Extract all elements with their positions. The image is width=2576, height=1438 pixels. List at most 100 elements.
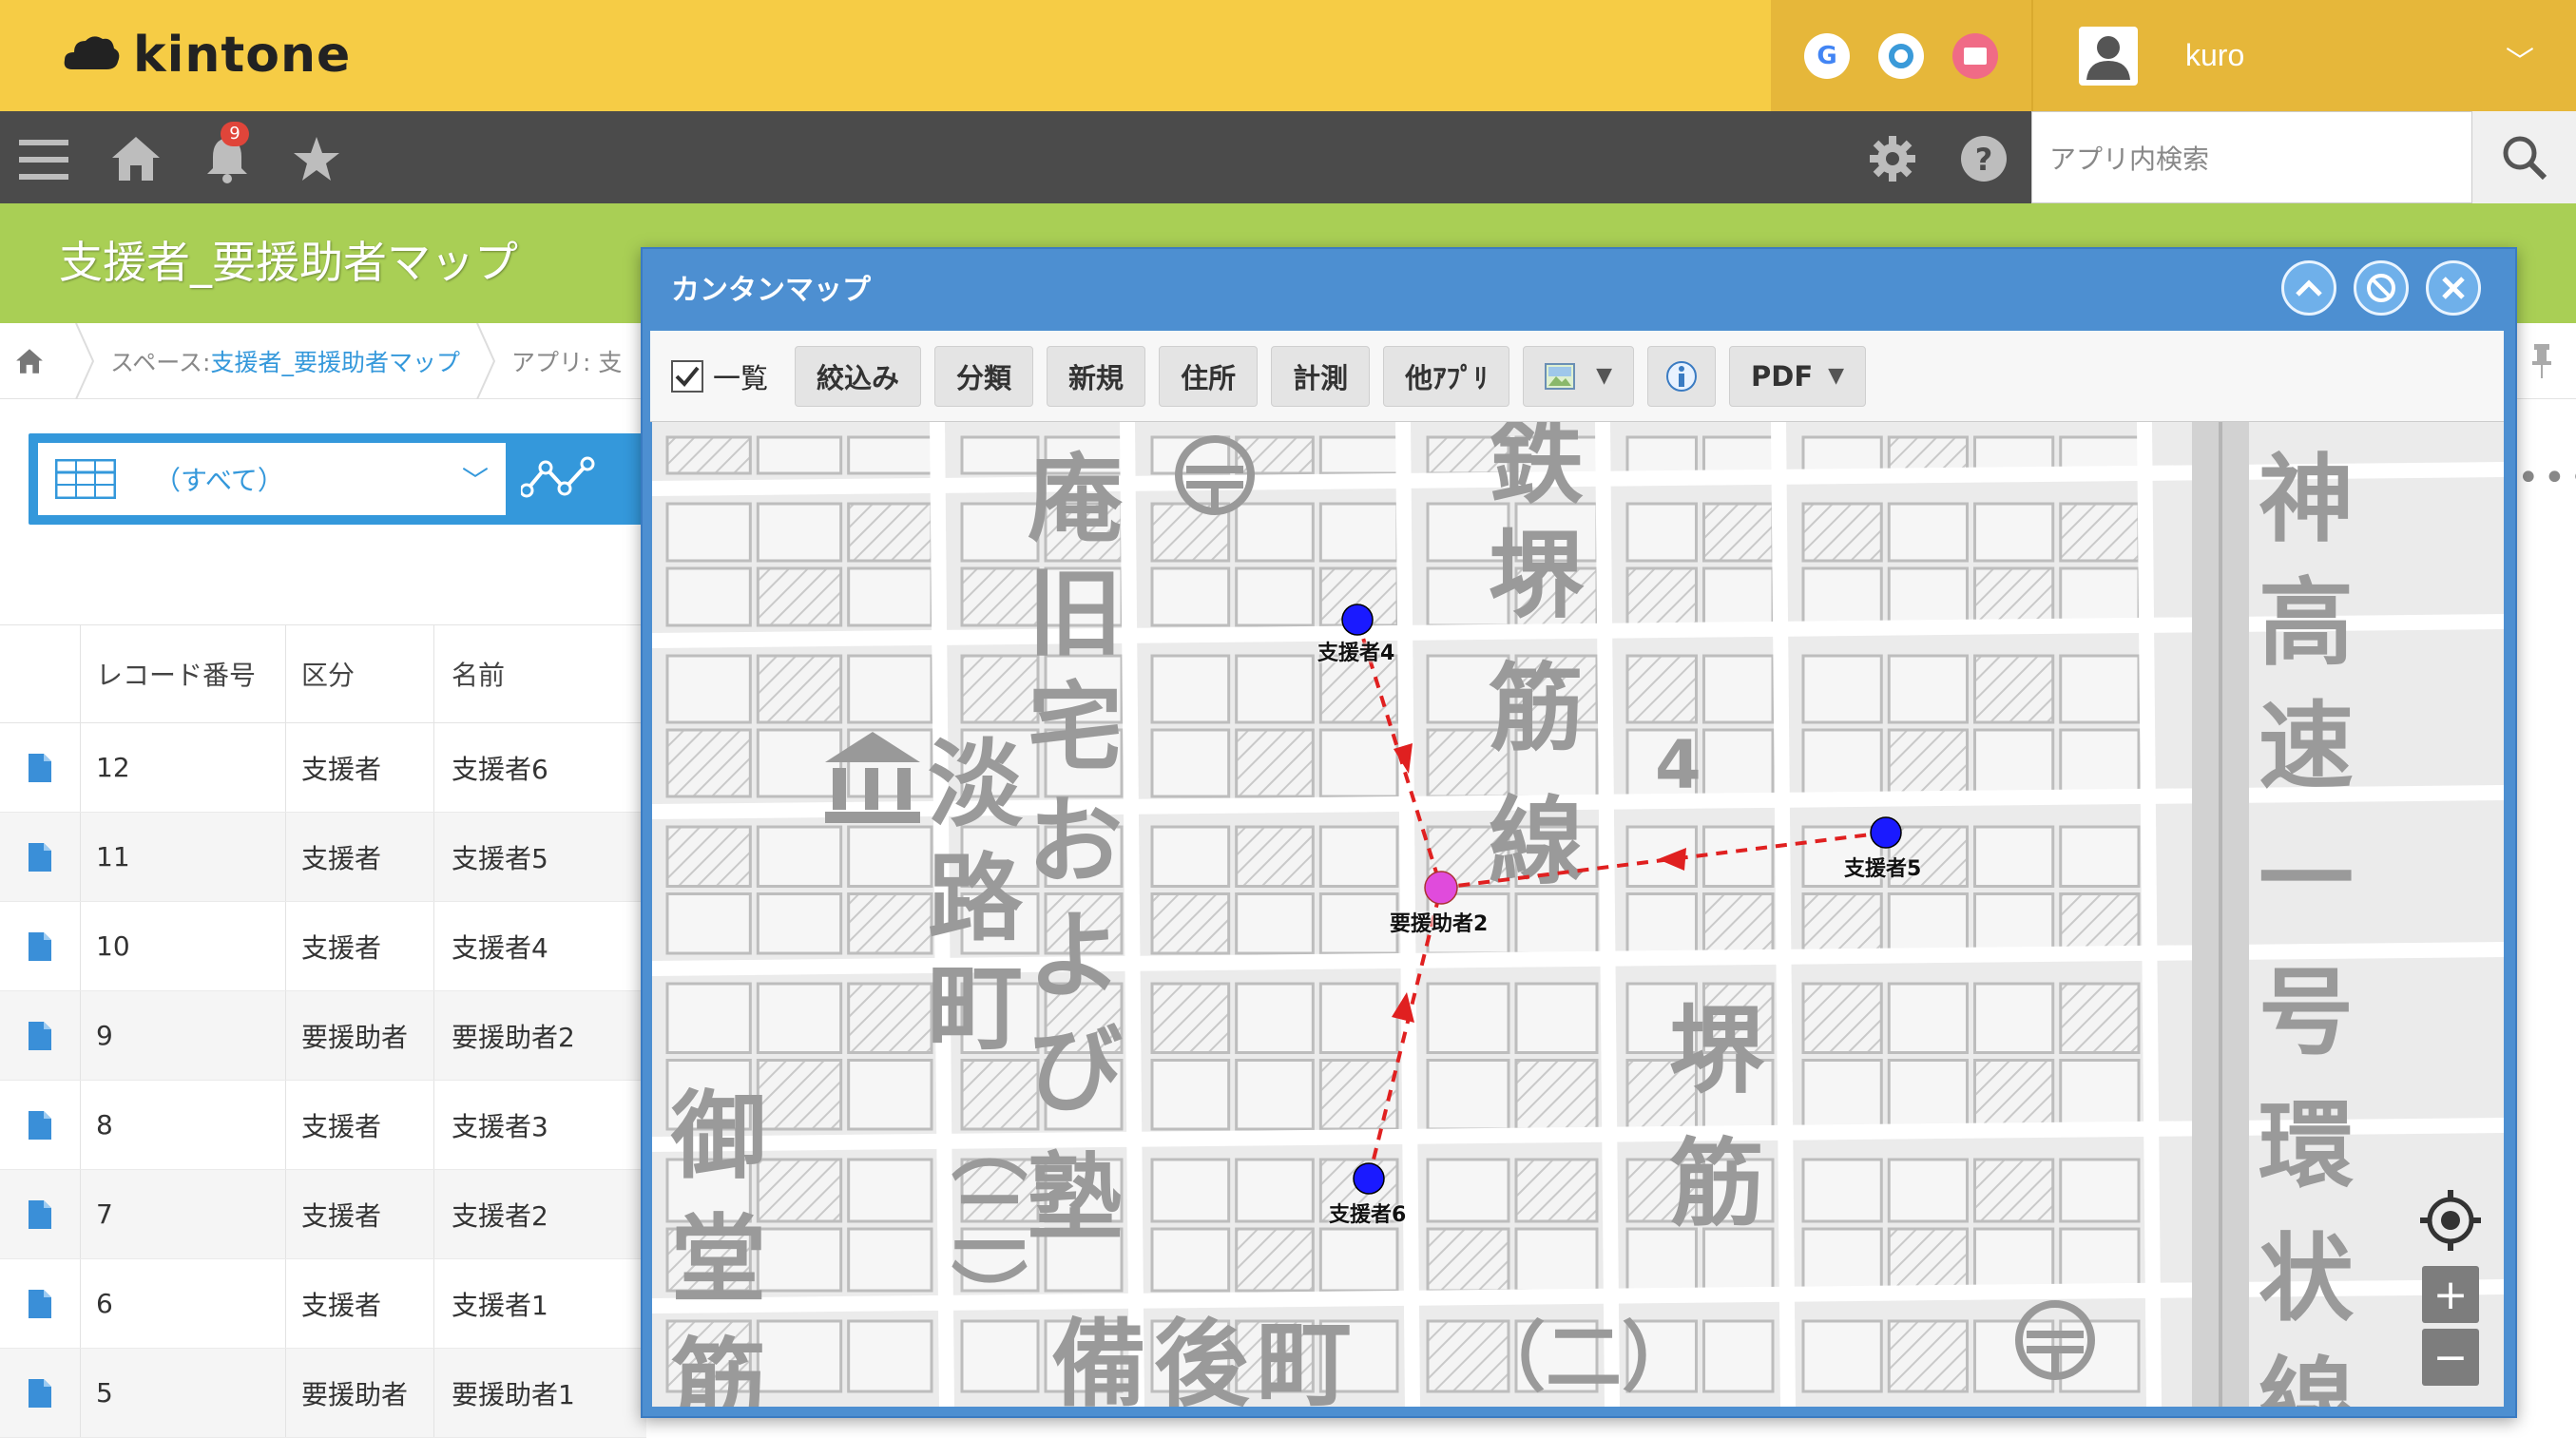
record-detail-icon[interactable] (0, 1110, 80, 1140)
cell-record-number: 11 (80, 813, 285, 901)
dropdown-arrow-icon: ▼ (1596, 364, 1613, 388)
home-icon[interactable] (0, 348, 59, 374)
google-icon[interactable]: G (1804, 32, 1850, 79)
cell-kind: 支援者 (285, 1259, 433, 1348)
list-label: 一覧 (713, 361, 769, 394)
map-canvas[interactable]: 庵 旧 宅 お よ び 塾 淡 路 町 （二） 御 堂 筋 鉄 堺 筋 線 4 … (652, 422, 2504, 1407)
map-image-icon (1545, 362, 1576, 390)
pdf-label: PDF (1751, 359, 1814, 393)
minimize-button[interactable] (2354, 260, 2409, 316)
view-select[interactable]: （すべて） ﹀ (38, 443, 506, 515)
address-button[interactable]: 住所 (1159, 345, 1259, 407)
list-checkbox[interactable] (671, 359, 703, 393)
pdf-dropdown[interactable]: PDF ▼ (1729, 345, 1867, 407)
app-search-input[interactable]: アプリ内検索 (2031, 111, 2472, 203)
cell-record-number: 5 (80, 1349, 285, 1437)
home-icon[interactable] (108, 131, 163, 186)
mail-icon[interactable] (1952, 32, 1998, 79)
star-icon[interactable] (289, 131, 344, 186)
logo-text: kintone (133, 27, 352, 84)
dropdown-arrow-icon: ▼ (1828, 364, 1845, 388)
info-icon (1666, 360, 1698, 392)
column-header-kind[interactable]: 区分 (285, 625, 433, 722)
table-row[interactable]: 8 支援者 支援者3 (0, 1081, 646, 1170)
record-detail-icon[interactable] (0, 931, 80, 961)
table-row[interactable]: 6 支援者 支援者1 (0, 1259, 646, 1349)
cell-name: 支援者4 (433, 902, 646, 990)
other-app-button[interactable]: 他ｱﾌﾟﾘ (1383, 345, 1510, 407)
cell-name: 支援者1 (433, 1259, 646, 1348)
breadcrumb-space-link[interactable]: 支援者_要援助者マップ (210, 344, 460, 378)
marker-dot (1424, 871, 1458, 905)
chevron-down-icon: ﹀ (2506, 46, 2534, 79)
measure-button[interactable]: 計測 (1271, 345, 1371, 407)
table-row[interactable]: 9 要援助者 要援助者2 (0, 991, 646, 1081)
marker-supporter6[interactable]: 支援者6 (1329, 1198, 1406, 1228)
user-avatar-icon (2079, 26, 2138, 86)
post-office-icon (2015, 1300, 2095, 1380)
list-toggle[interactable]: 一覧 (671, 356, 768, 396)
map-symbols (825, 435, 2481, 1380)
info-button[interactable] (1647, 345, 1717, 407)
page-title: 支援者_要援助者マップ (59, 237, 518, 288)
new-button[interactable]: 新規 (1047, 345, 1146, 407)
zoom-out-button[interactable]: − (2422, 1329, 2479, 1386)
table-row[interactable]: 12 支援者 支援者6 (0, 723, 646, 813)
cloud-logo-icon (64, 36, 120, 69)
column-header-record-number[interactable]: レコード番号 (80, 625, 285, 722)
record-detail-icon[interactable] (0, 753, 80, 782)
cell-kind: 支援者 (285, 723, 433, 812)
garoon-icon[interactable] (1878, 32, 1924, 79)
help-icon[interactable]: ? (1956, 131, 2011, 186)
cell-kind: 要援助者 (285, 991, 433, 1080)
cell-name: 要援助者1 (433, 1349, 646, 1437)
user-name: kuro (2185, 38, 2245, 72)
breadcrumb-separator (473, 322, 498, 399)
close-icon (2442, 277, 2465, 299)
search-icon (2503, 136, 2547, 180)
marker-dot (1353, 1162, 1385, 1195)
cell-kind: 支援者 (285, 1081, 433, 1169)
zoom-controls: + − (2422, 1266, 2479, 1386)
menu-icon[interactable] (17, 133, 70, 186)
record-detail-icon[interactable] (0, 1021, 80, 1050)
record-detail-icon[interactable] (0, 1289, 80, 1318)
bank-icon (825, 732, 920, 823)
search-button[interactable] (2472, 111, 2576, 203)
record-detail-icon[interactable] (0, 1378, 80, 1408)
table-row[interactable]: 7 支援者 支援者2 (0, 1170, 646, 1259)
cell-kind: 支援者 (285, 813, 433, 901)
record-detail-icon[interactable] (0, 842, 80, 872)
cell-kind: 要援助者 (285, 1349, 433, 1437)
gear-icon[interactable] (1865, 131, 1920, 186)
filter-button[interactable]: 絞込み (795, 345, 922, 407)
record-detail-icon[interactable] (0, 1199, 80, 1229)
marker-supporter4[interactable]: 支援者4 (1317, 636, 1394, 666)
table-row[interactable]: 11 支援者 支援者5 (0, 813, 646, 902)
classify-button[interactable]: 分類 (934, 345, 1034, 407)
kintone-logo[interactable]: kintone (63, 17, 351, 93)
close-button[interactable] (2426, 260, 2481, 316)
column-header-name[interactable]: 名前 (433, 625, 646, 722)
marker-needs-help2[interactable]: 要援助者2 (1390, 907, 1488, 937)
zoom-in-button[interactable]: + (2422, 1266, 2479, 1323)
map-type-dropdown[interactable]: ▼ (1523, 345, 1635, 407)
marker-dot (1870, 816, 1902, 849)
pin-icon[interactable] (2530, 344, 2553, 386)
record-table: レコード番号 区分 名前 12 支援者 支援者6 11 支援者 支援者5 10 … (0, 624, 646, 1438)
table-row[interactable]: 5 要援助者 要援助者1 (0, 1349, 646, 1438)
svg-text:?: ? (1975, 142, 1993, 178)
more-options-icon[interactable]: ••• (2517, 456, 2576, 500)
view-select-value: （すべて） (154, 465, 284, 496)
check-icon (675, 366, 700, 387)
user-menu[interactable]: kuro ﹀ (2031, 0, 2576, 111)
locate-icon (2420, 1190, 2481, 1251)
service-links: G (1771, 0, 2031, 111)
table-row[interactable]: 10 支援者 支援者4 (0, 902, 646, 991)
collapse-button[interactable] (2281, 260, 2336, 316)
graph-view-icon[interactable] (519, 452, 597, 506)
cell-record-number: 10 (80, 902, 285, 990)
table-body: 12 支援者 支援者6 11 支援者 支援者5 10 支援者 支援者4 9 要援… (0, 723, 646, 1438)
marker-supporter5[interactable]: 支援者5 (1844, 852, 1921, 882)
post-office-icon (1175, 435, 1255, 515)
